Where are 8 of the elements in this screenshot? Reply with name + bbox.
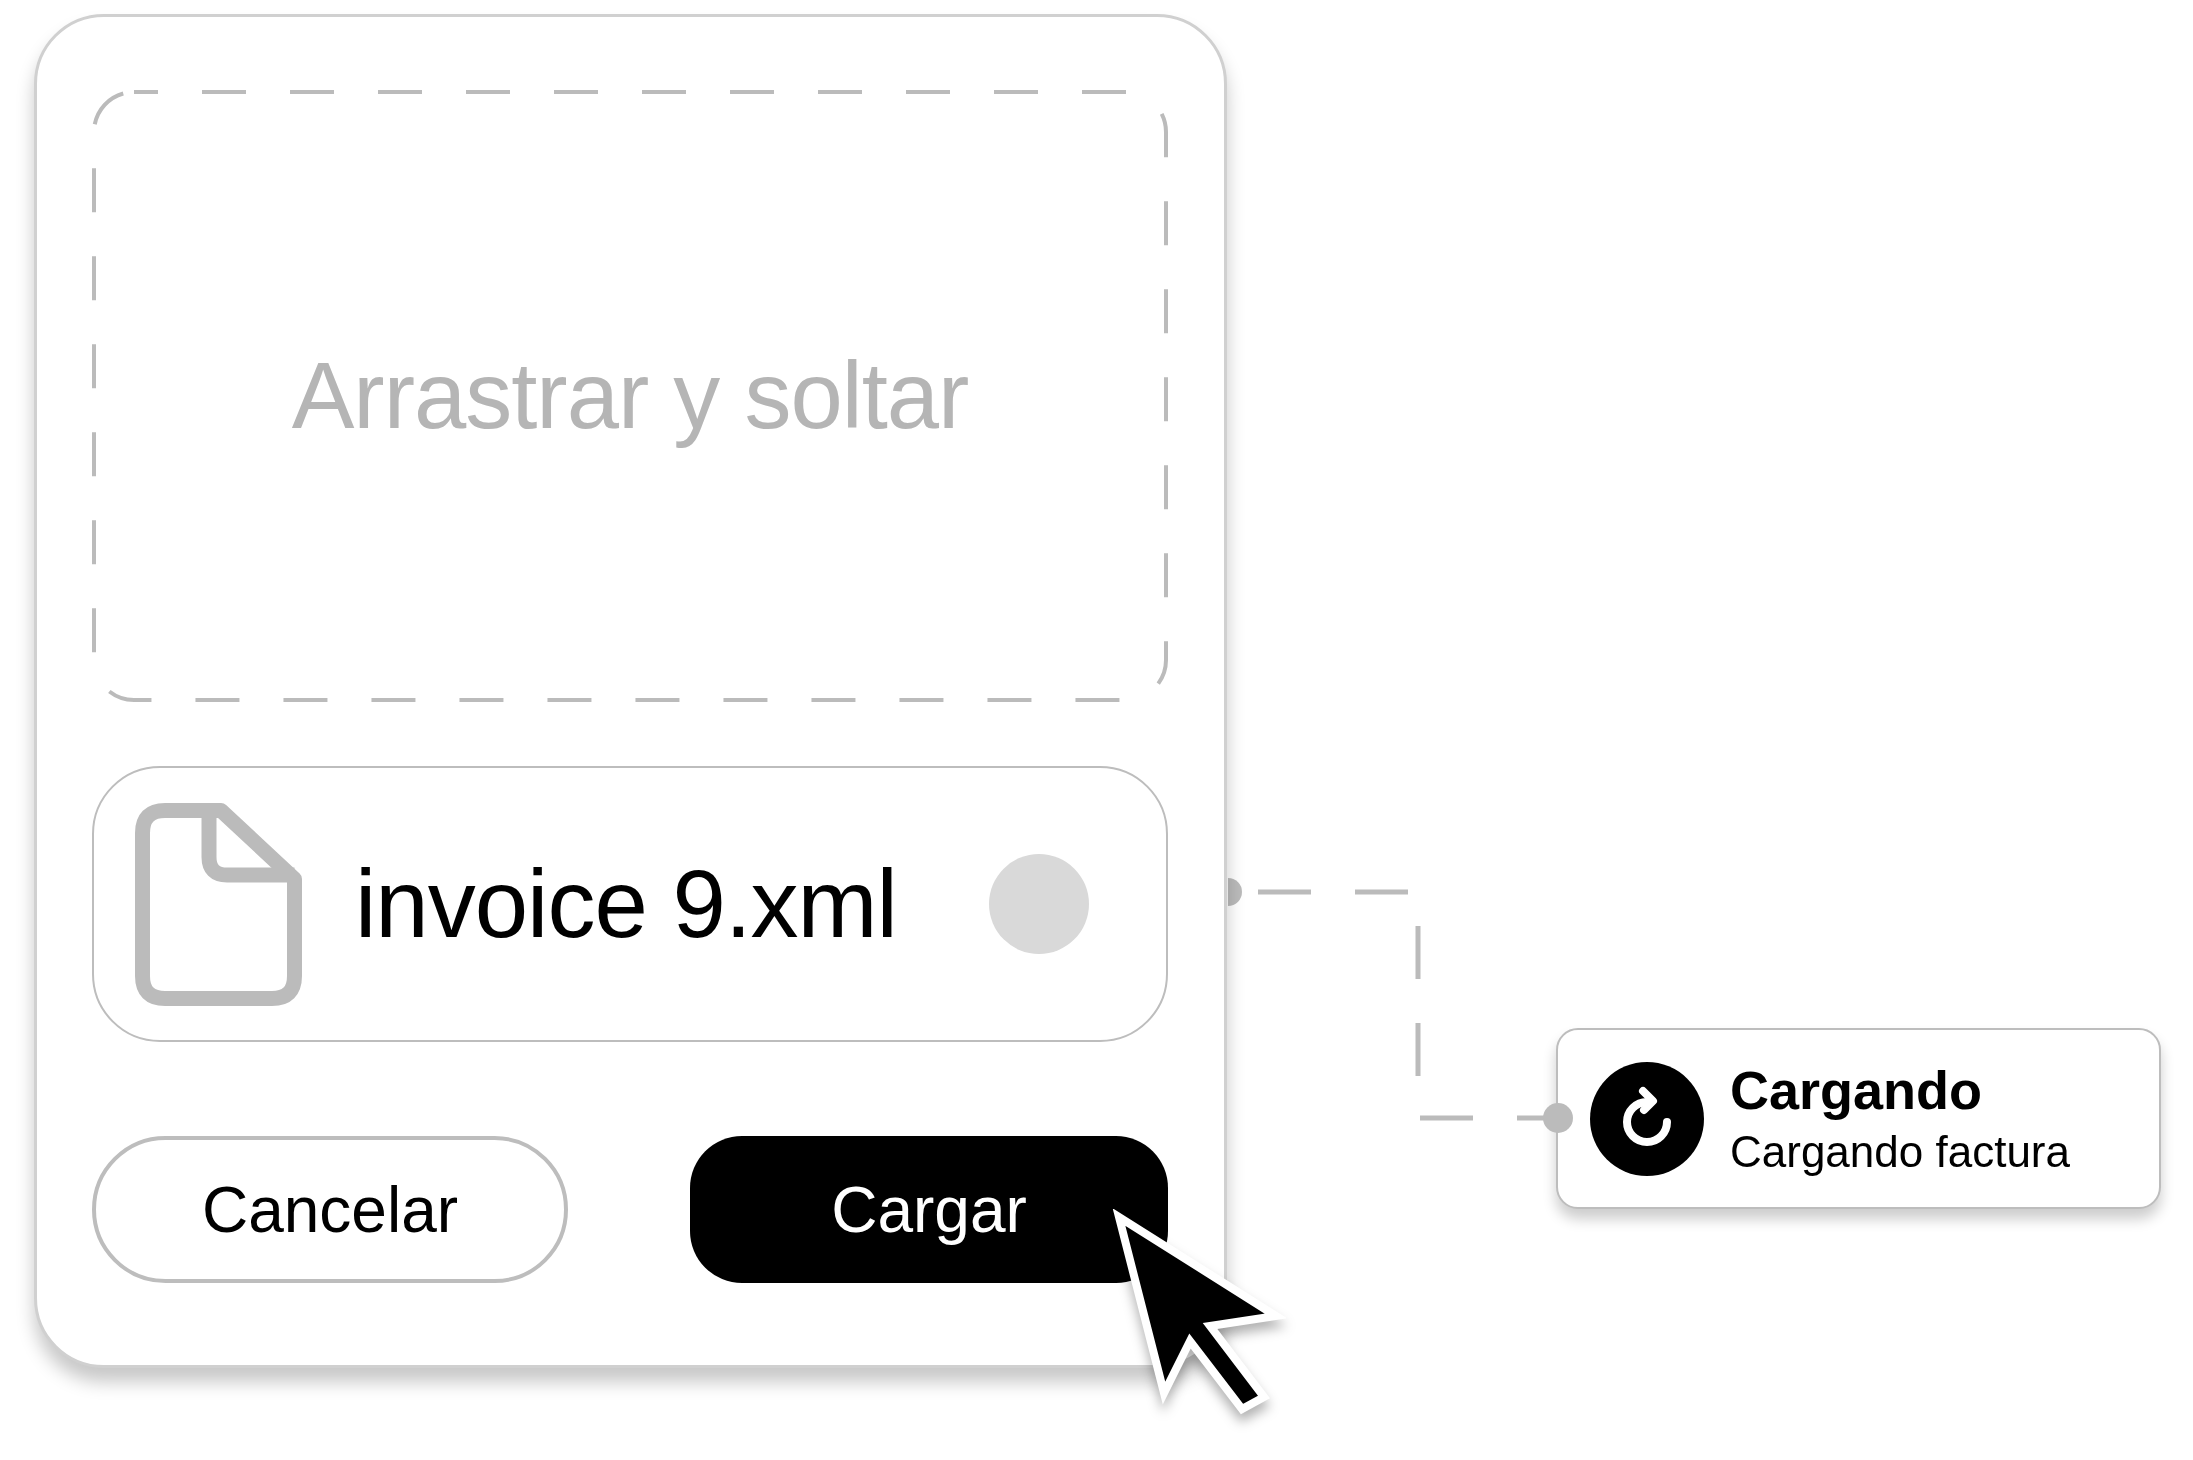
document-icon bbox=[135, 802, 302, 1006]
status-subtitle: Cargando factura bbox=[1730, 1127, 2070, 1178]
refresh-icon bbox=[1590, 1061, 1704, 1176]
file-name: invoice 9.xml bbox=[355, 849, 898, 959]
cancel-button[interactable]: Cancelar bbox=[92, 1136, 568, 1283]
upload-button[interactable]: Cargar bbox=[690, 1136, 1168, 1283]
status-title: Cargando bbox=[1730, 1059, 1984, 1122]
status-dot-icon bbox=[989, 854, 1089, 954]
